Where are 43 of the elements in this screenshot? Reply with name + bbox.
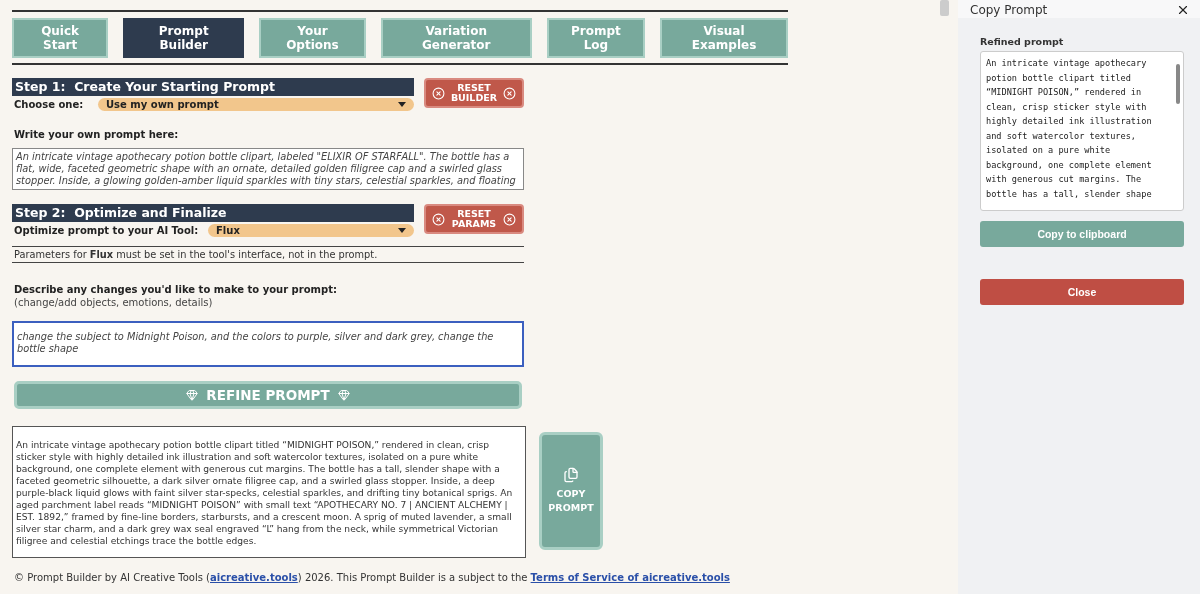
field-label: Refined prompt (980, 36, 1065, 47)
caret-icon (398, 102, 406, 107)
nav-tab[interactable]: Prompt Log (546, 18, 646, 58)
prompt-source-select[interactable]: Use my own prompt (98, 98, 414, 111)
close-circle-icon (432, 86, 445, 100)
caret-icon (398, 228, 406, 233)
footer-text: © Prompt Builder by AI Creative Tools (aicreative.tools) 2026. This Prompt Builder is a subject to the Terms of Service of aicreative.tools (13, 572, 731, 583)
gem-icon (337, 389, 350, 401)
changes-field[interactable]: change the subject to Midnight Poison, and the colors to purple, silver and dark grey, change the bottle shape (12, 321, 524, 367)
copy-prompt-button[interactable]: COPY PROMPT (539, 432, 603, 550)
refine-prompt-button[interactable]: REFINE PROMPT (14, 381, 522, 409)
step-heading: Step 2: Optimize and Finalize (12, 204, 414, 222)
gem-icon (186, 389, 199, 401)
field-label: Write your own prompt here: (13, 129, 180, 140)
footer-link[interactable]: Terms of Service of aicreative.tools (530, 572, 730, 583)
scrollbar-thumb[interactable] (939, 0, 949, 16)
field-label: Choose one: (13, 99, 85, 110)
nav-tab[interactable]: Variation Generator (380, 18, 532, 58)
refined-prompt-text: An intricate vintage apothecary potion bottle clipart titled “MIDNIGHT POISON,” rendered in clean, crisp sticker style with highly detailed ink illustration and soft watercolor textures, isolated on a pure white background, one complete element with generous cut margins. The bottle has a tall, slender shape with a faceted geometric silhouette, a dark silver ornate filigree cap, and a swirled glass stopper. Inside, a deep purple-black liquid glows with faint silver star-specks, celestial sparkles, and drifting tiny botanical sprigs. An aged parchment label reads “MIDNIGHT POISON” with small text “APOTHECARY NO. 7 | ANCIENT ALCHEMY | EST. 1892,” framed by fine-line borders, starbursts, and a crescent moon. A sprig of muted lavender, a small silver star charm, and a dark grey wax seal engraved “L” hang from the neck, while symmetrical Victorian filigree and celestial etchings trace the bottle edges. (12, 426, 526, 558)
nav-tab[interactable]: Your Options (259, 18, 366, 58)
field-hint: (change/add objects, emotions, details) (13, 297, 214, 308)
ai-tool-select[interactable]: Flux (208, 224, 414, 237)
step-heading: Step 1: Create Your Starting Prompt (12, 78, 414, 96)
nav-tab[interactable]: Visual Examples (660, 18, 788, 58)
refined-prompt-field[interactable]: An intricate vintage apothecary potion bottle clipart titled “MIDNIGHT POISON,” rendered in clean, crisp sticker style with highly detailed ink illustration and soft watercolor textures, isolated on a pure white background, one complete element with generous cut margins. The bottle has a tall, slender shape (980, 51, 1184, 211)
copy-icon (563, 467, 579, 483)
footer-link[interactable]: aicreative.tools (210, 572, 298, 583)
nav-tab[interactable]: Prompt Builder (123, 18, 245, 58)
copy-to-clipboard-button[interactable]: Copy to clipboard (980, 221, 1184, 247)
scrollbar-thumb[interactable] (1176, 64, 1180, 104)
close-button[interactable]: Close (980, 279, 1184, 305)
parameters-note: Parameters for Flux must be set in the tool's interface, not in the prompt. (12, 246, 524, 263)
field-label: Describe any changes you'd like to make to your prompt: (13, 284, 338, 295)
reset-params-button[interactable]: RESET PARAMS (424, 204, 524, 234)
field-label: Optimize prompt to your AI Tool: (13, 225, 200, 236)
close-circle-icon (503, 86, 516, 100)
close-circle-icon (503, 212, 516, 226)
nav-tab[interactable]: Quick Start (12, 18, 109, 58)
starting-prompt-field[interactable]: An intricate vintage apothecary potion bottle clipart, labeled "ELIXIR OF STARFALL". The bottle has a flat, wide, faceted geometric shape with an ornate, detailed golden filigree cap and a swirled glass stopper. Inside, a glowing golden-amber liquid sparkles with tiny stars, celestial sparkles, and floating (12, 148, 524, 190)
close-icon[interactable] (1176, 3, 1190, 17)
panel-title: Copy Prompt (970, 3, 1048, 17)
close-circle-icon (432, 212, 445, 226)
reset-builder-button[interactable]: RESET BUILDER (424, 78, 524, 108)
